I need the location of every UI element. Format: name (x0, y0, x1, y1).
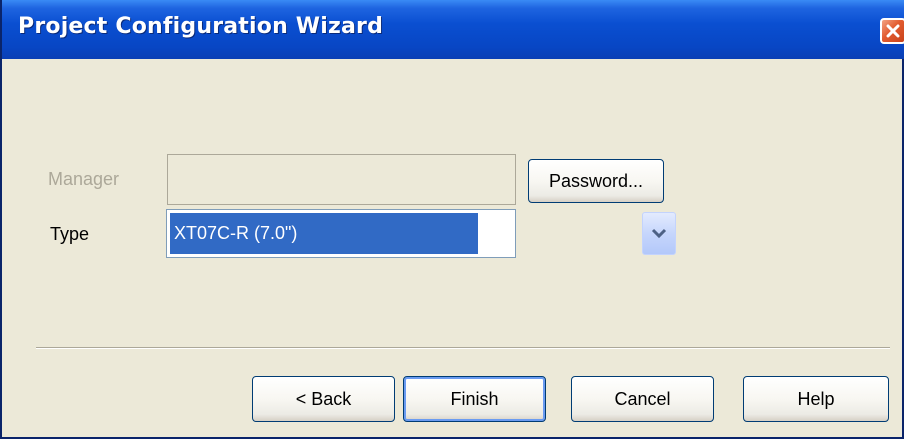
wizard-window: Project Configuration Wizard Manager Pas… (0, 0, 904, 439)
type-label: Type (50, 224, 90, 244)
type-dropdown-button[interactable] (642, 212, 676, 255)
separator (36, 347, 890, 349)
cancel-button[interactable]: Cancel (571, 376, 714, 422)
close-button[interactable] (880, 18, 904, 44)
back-button[interactable]: < Back (252, 376, 395, 422)
type-select[interactable]: XT07C-R (7.0") (166, 209, 676, 258)
window-title: Project Configuration Wizard (18, 14, 384, 39)
title-bar[interactable]: Project Configuration Wizard (2, 0, 904, 59)
close-icon (886, 24, 900, 38)
type-selected-value: XT07C-R (7.0") (170, 213, 478, 254)
password-button[interactable]: Password... (528, 159, 664, 203)
chevron-down-icon (651, 228, 667, 239)
manager-input (167, 154, 516, 205)
finish-button[interactable]: Finish (403, 376, 546, 422)
help-button[interactable]: Help (743, 376, 889, 422)
manager-label: Manager (48, 169, 120, 189)
